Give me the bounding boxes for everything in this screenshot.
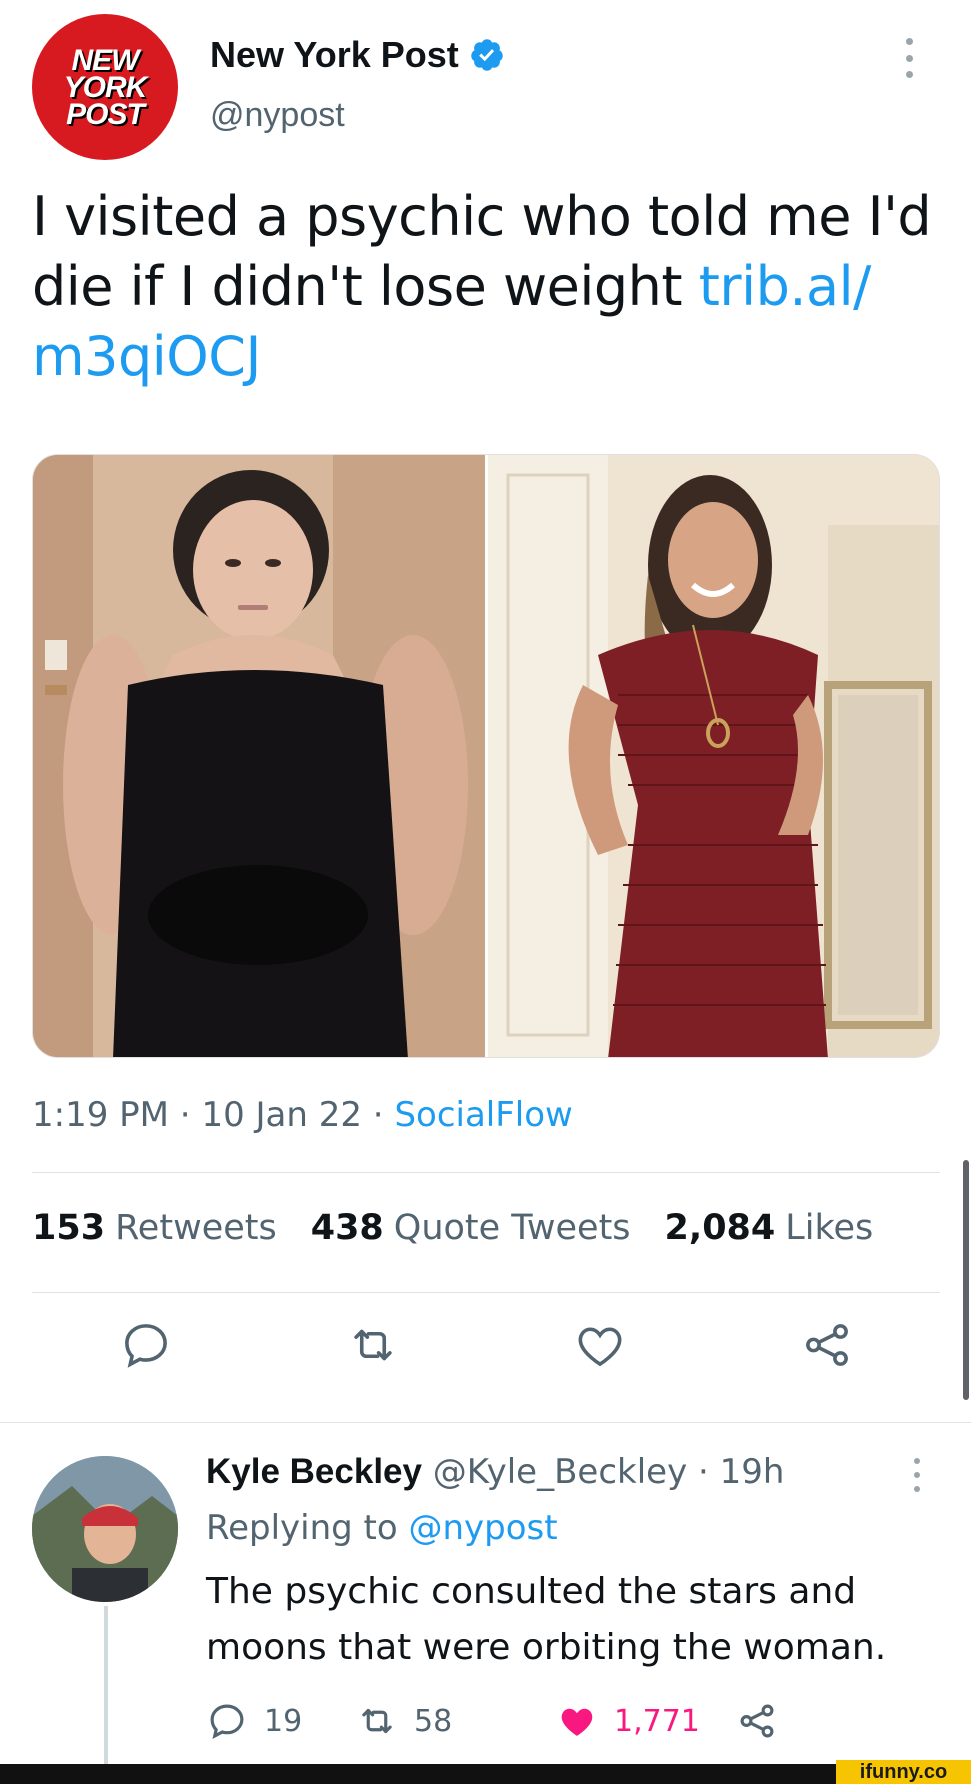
reply-action-bar: 19 58 1,771: [206, 1700, 778, 1742]
author-name-row[interactable]: New York Post: [210, 34, 505, 76]
tweet-action-bar: [32, 1318, 940, 1372]
like-filled-icon: [561, 1708, 593, 1736]
tweet-media[interactable]: [32, 454, 940, 1058]
tweet-timestamp-line: 1:19 PM · 10 Jan 22 · SocialFlow: [32, 1095, 573, 1135]
author-handle[interactable]: @nypost: [210, 96, 345, 135]
reply-reply-count: 19: [264, 1703, 303, 1739]
thread-line: [104, 1606, 108, 1766]
quotes-count: 438: [310, 1208, 384, 1248]
reply-avatar[interactable]: [32, 1456, 178, 1602]
reply-handle-time[interactable]: @Kyle_Beckley · 19h: [422, 1452, 785, 1492]
more-icon[interactable]: [904, 38, 914, 78]
replying-prefix: Replying to: [206, 1508, 409, 1548]
like-icon[interactable]: [573, 1318, 627, 1372]
reply-icon: [210, 1704, 244, 1740]
share-icon[interactable]: [800, 1318, 854, 1372]
reply-like-button[interactable]: 1,771: [556, 1700, 736, 1742]
reply-like-count: 1,771: [614, 1703, 700, 1739]
tweet-date[interactable]: 10 Jan 22: [201, 1095, 362, 1135]
author-name[interactable]: New York Post: [210, 34, 459, 76]
after-photo-image: [488, 455, 939, 1057]
reply-header: Kyle Beckley @Kyle_Beckley · 19h: [206, 1452, 784, 1492]
divider: [32, 1292, 940, 1293]
likes-label: Likes: [785, 1208, 874, 1248]
before-photo[interactable]: [33, 455, 485, 1057]
reply-more-icon[interactable]: [912, 1458, 922, 1492]
reply-share-button[interactable]: [736, 1700, 778, 1742]
logo-line-2: YORK: [63, 70, 148, 104]
quotes-stat[interactable]: 438 Quote Tweets: [311, 1208, 631, 1248]
separator: ·: [169, 1095, 202, 1135]
tweet-text: I visited a psychic who told me I'd die …: [32, 182, 942, 392]
reply-reply-button[interactable]: 19: [206, 1700, 356, 1742]
retweet-icon[interactable]: [346, 1318, 400, 1372]
divider: [32, 1172, 940, 1173]
reply-retweet-button[interactable]: 58: [356, 1700, 556, 1742]
share-icon: [740, 1704, 774, 1738]
likes-count: 2,084: [664, 1208, 776, 1248]
scrollbar[interactable]: [963, 1160, 969, 1400]
quotes-label: Quote Tweets: [393, 1208, 631, 1248]
footer-bar: [0, 1764, 971, 1784]
reply-text: The psychic consulted the stars and moon…: [206, 1571, 887, 1668]
tweet-stats: 153 Retweets 438 Quote Tweets 2,084 Likes: [32, 1208, 873, 1248]
retweets-label: Retweets: [115, 1208, 277, 1248]
reply-author-name[interactable]: Kyle Beckley: [206, 1452, 422, 1491]
reply-icon[interactable]: [119, 1318, 173, 1372]
author-avatar-logo[interactable]: NEW YORK POST: [32, 14, 178, 160]
tweet-time[interactable]: 1:19 PM: [32, 1095, 169, 1135]
logo-line-1: NEW: [71, 43, 140, 77]
before-photo-image: [33, 455, 485, 1057]
retweets-count: 153: [32, 1208, 106, 1248]
watermark: ifunny.co: [836, 1760, 971, 1784]
reply-retweet-count: 58: [414, 1703, 453, 1739]
tweet-source[interactable]: SocialFlow: [394, 1095, 572, 1135]
divider: [0, 1422, 971, 1423]
logo-line-3: POST: [66, 97, 145, 131]
after-photo[interactable]: [488, 455, 939, 1057]
likes-stat[interactable]: 2,084 Likes: [665, 1208, 874, 1248]
reply-avatar-image: [32, 1456, 178, 1602]
replying-to: Replying to @nypost: [206, 1508, 558, 1548]
retweet-icon: [362, 1708, 392, 1734]
verified-badge-icon: [470, 39, 503, 71]
retweets-stat[interactable]: 153 Retweets: [32, 1208, 277, 1248]
replying-mention[interactable]: @nypost: [409, 1508, 558, 1548]
separator: ·: [362, 1095, 395, 1135]
